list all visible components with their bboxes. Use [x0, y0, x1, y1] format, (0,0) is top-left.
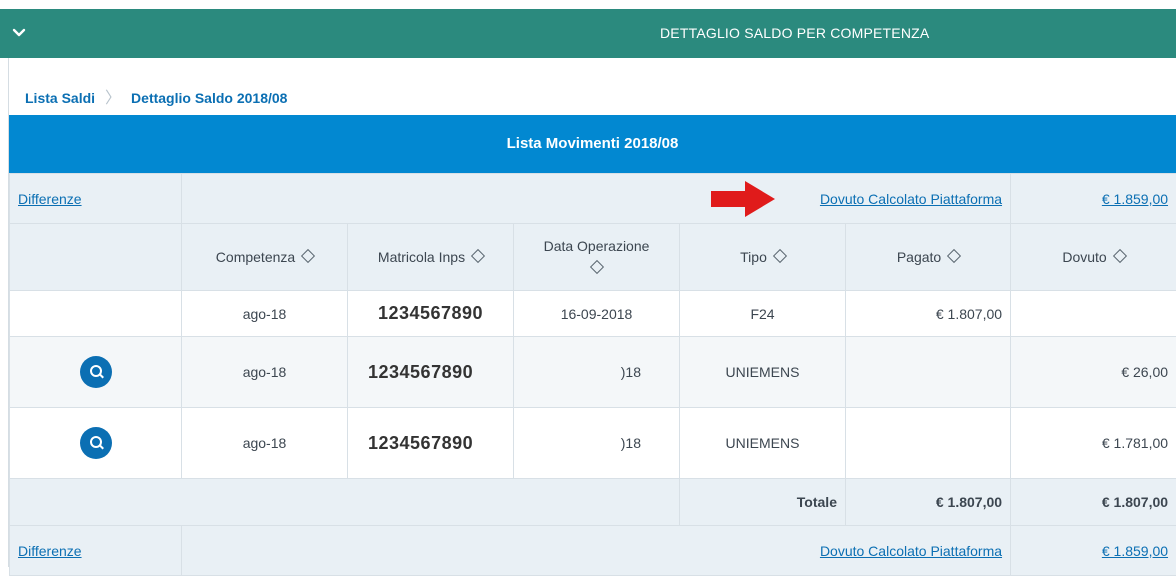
row-action-cell — [10, 337, 182, 408]
total-label: Totale — [680, 479, 846, 526]
sort-icon[interactable] — [773, 249, 787, 263]
cell-dovuto — [1011, 291, 1176, 337]
differences-row: Differenze Dovuto Calcolato Piattaforma … — [10, 526, 1176, 576]
breadcrumb-lista-saldi[interactable]: Lista Saldi — [25, 90, 95, 106]
sort-icon[interactable] — [589, 260, 603, 274]
cell-tipo: UNIEMENS — [680, 408, 846, 479]
cell-data-operazione: )18 — [514, 337, 680, 408]
cell-competenza: ago-18 — [182, 291, 348, 337]
sort-icon[interactable] — [947, 249, 961, 263]
breadcrumb: Lista Saldi 〉 Dettaglio Saldo 2018/08 — [25, 84, 287, 108]
sort-icon[interactable] — [301, 249, 315, 263]
breadcrumb-separator-icon: 〉 — [105, 90, 121, 107]
chevron-down-icon[interactable] — [9, 23, 29, 43]
total-dovuto: € 1.807,00 — [1011, 479, 1176, 526]
cell-data-operazione: 16-09-2018 — [514, 291, 680, 337]
table-row: ago-18 1234567890 16-09-2018 F24 € 1.807… — [10, 291, 1176, 337]
dovuto-calcolato-value[interactable]: € 1.859,00 — [1102, 543, 1168, 559]
sort-icon[interactable] — [471, 249, 485, 263]
cell-competenza: ago-18 — [182, 337, 348, 408]
cell-pagato: € 1.807,00 — [846, 291, 1011, 337]
cell-competenza: ago-18 — [182, 408, 348, 479]
table-row: ago-18 1234567890 )18 UNIEMENS € 1.781,0… — [10, 408, 1176, 479]
table-row: ago-18 1234567890 )18 UNIEMENS € 26,00 — [10, 337, 1176, 408]
table-header-row: Competenza Matricola Inps Data Operazion… — [10, 224, 1176, 291]
column-header-competenza[interactable]: Competenza — [182, 224, 348, 291]
column-header-data-operazione[interactable]: Data Operazione — [514, 224, 680, 291]
dovuto-calcolato-link[interactable]: Dovuto Calcolato Piattaforma — [820, 191, 1002, 207]
column-header-pagato[interactable]: Pagato — [846, 224, 1011, 291]
cell-tipo: UNIEMENS — [680, 337, 846, 408]
row-action-cell — [10, 291, 182, 337]
differences-row: Differenze Dovuto Calcolato Piattaforma … — [10, 174, 1176, 224]
cell-dovuto: € 26,00 — [1011, 337, 1176, 408]
dovuto-calcolato-link[interactable]: Dovuto Calcolato Piattaforma — [820, 543, 1002, 559]
cell-pagato — [846, 337, 1011, 408]
search-icon[interactable] — [80, 427, 112, 459]
table-title: Lista Movimenti 2018/08 — [9, 115, 1176, 173]
differenze-link[interactable]: Differenze — [18, 191, 82, 207]
movements-table: Differenze Dovuto Calcolato Piattaforma … — [9, 173, 1176, 576]
cell-dovuto: € 1.781,00 — [1011, 408, 1176, 479]
cell-matricola: 1234567890 — [348, 337, 514, 408]
cell-matricola: 1234567890 — [348, 291, 514, 337]
cell-pagato — [846, 408, 1011, 479]
section-header-title: DETTAGLIO SALDO PER COMPETENZA — [660, 25, 929, 41]
total-row: Totale € 1.807,00 € 1.807,00 — [10, 479, 1176, 526]
dovuto-calcolato-value[interactable]: € 1.859,00 — [1102, 191, 1168, 207]
differenze-link[interactable]: Differenze — [18, 543, 82, 559]
row-action-cell — [10, 408, 182, 479]
section-header-bar[interactable]: DETTAGLIO SALDO PER COMPETENZA — [0, 9, 1176, 58]
red-arrow-icon — [711, 181, 775, 217]
breadcrumb-current: Dettaglio Saldo 2018/08 — [131, 90, 287, 106]
search-icon[interactable] — [80, 356, 112, 388]
column-header-dovuto[interactable]: Dovuto — [1011, 224, 1176, 291]
cell-data-operazione: )18 — [514, 408, 680, 479]
total-pagato: € 1.807,00 — [846, 479, 1011, 526]
column-header-tipo[interactable]: Tipo — [680, 224, 846, 291]
cell-matricola: 1234567890 — [348, 408, 514, 479]
sort-icon[interactable] — [1113, 249, 1127, 263]
column-header-matricola[interactable]: Matricola Inps — [348, 224, 514, 291]
cell-tipo: F24 — [680, 291, 846, 337]
header-empty — [10, 224, 182, 291]
